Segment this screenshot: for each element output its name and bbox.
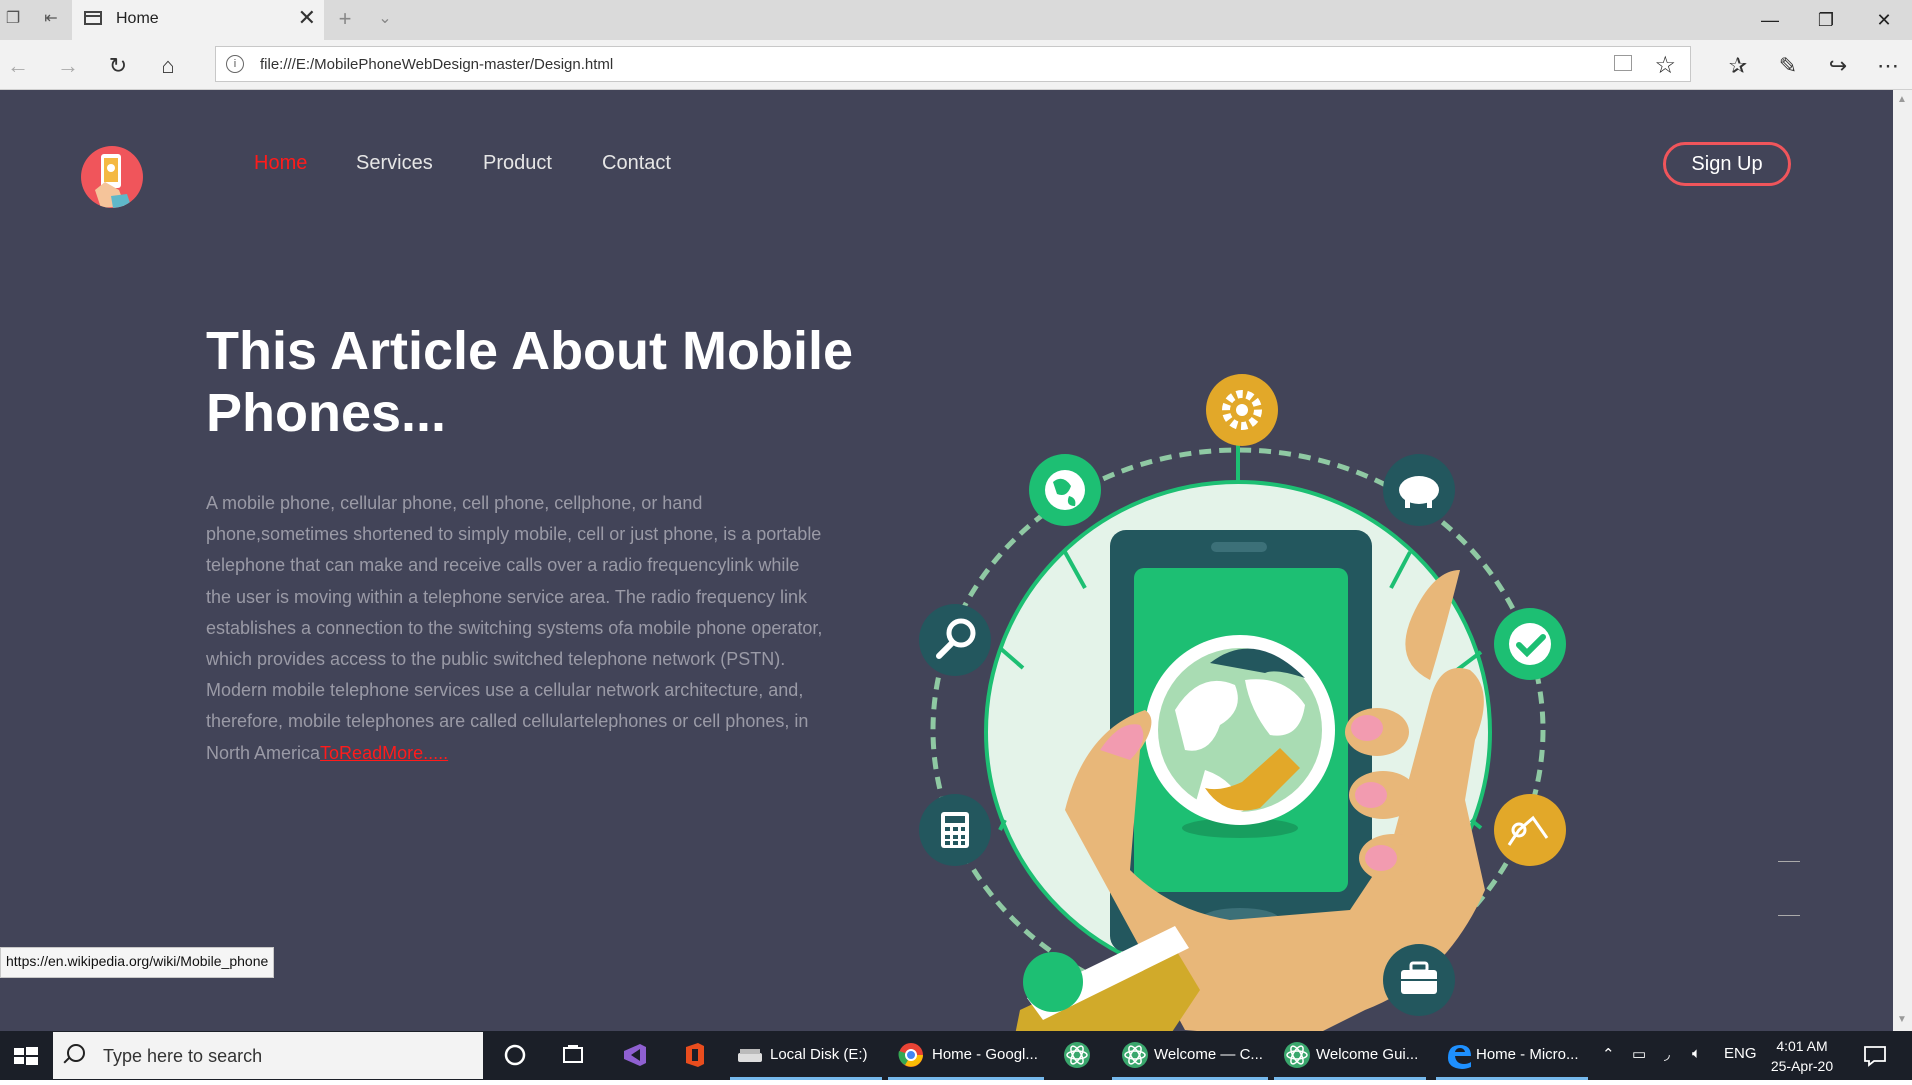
nav-product-link[interactable]: Product (483, 152, 552, 175)
forward-icon[interactable]: → (56, 54, 80, 78)
page-icon (84, 11, 102, 25)
taskbar-item-atom-welcome[interactable]: Welcome — C... (1112, 1031, 1268, 1080)
taskbar-item-label: Welcome Gui... (1316, 1046, 1419, 1063)
volume-icon[interactable]: 🔈︎ (1692, 1045, 1701, 1062)
taskbar-item-chrome[interactable]: Home - Googl... (888, 1031, 1044, 1080)
nav-home-link[interactable]: Home (254, 152, 307, 175)
hero-paragraph: A mobile phone, cellular phone, cell pho… (206, 493, 823, 763)
logo-phone-hand-icon (95, 154, 131, 208)
page-scrollbar[interactable]: ▲ ▼ (1893, 90, 1912, 1031)
close-tab-icon[interactable]: ✕ (298, 7, 316, 29)
globe-badge-icon (1029, 454, 1101, 526)
taskbar-item-label: Home - Micro... (1476, 1046, 1579, 1063)
clock-time: 4:01 AM (1776, 1038, 1828, 1054)
edge-icon (1448, 1045, 1471, 1069)
show-hidden-icons-chevron-icon[interactable]: ⌃ (1602, 1045, 1615, 1063)
address-bar[interactable]: i file:///E:/MobilePhoneWebDesign-master… (215, 46, 1691, 82)
windows-logo-icon (14, 1047, 38, 1065)
atom-icon (1064, 1042, 1090, 1068)
action-center-icon[interactable] (1862, 1043, 1888, 1069)
drive-icon (738, 1049, 762, 1062)
taskbar-item-label: Local Disk (E:) (770, 1046, 868, 1063)
checkmark-icon (1494, 608, 1566, 680)
slide-indicator[interactable] (1778, 915, 1800, 916)
gear-icon (1206, 374, 1278, 446)
input-language[interactable]: ENG (1724, 1045, 1757, 1062)
taskbar-item-label: Welcome — C... (1154, 1046, 1263, 1063)
hero-phone-illustration (919, 374, 1566, 1031)
piggy-bank-icon (1383, 454, 1455, 526)
start-button[interactable] (0, 1031, 52, 1080)
clock-date: 25-Apr-20 (1770, 1058, 1834, 1074)
nav-contact-link[interactable]: Contact (602, 152, 671, 175)
hero-body: A mobile phone, cellular phone, cell pho… (206, 488, 826, 769)
partial-green-icon (1023, 952, 1083, 1012)
web-note-pen-icon[interactable]: ✎ (1776, 54, 1800, 78)
address-url[interactable]: file:///E:/MobilePhoneWebDesign-master/D… (260, 56, 613, 73)
slide-indicator[interactable] (1778, 861, 1800, 862)
calculator-icon (919, 794, 991, 866)
hero-headline: This Article About Mobile Phones... (206, 321, 853, 443)
wifi-icon[interactable]: ◞ (1664, 1045, 1670, 1063)
back-icon[interactable]: ← (6, 54, 30, 78)
taskbar-item-atom[interactable] (1050, 1031, 1106, 1080)
more-menu-icon[interactable]: ⋯ (1876, 54, 1900, 78)
cortana-icon[interactable] (500, 1040, 530, 1070)
scroll-down-arrow-icon[interactable]: ▼ (1897, 1014, 1907, 1025)
sign-up-button[interactable]: Sign Up (1663, 142, 1791, 186)
search-placeholder: Type here to search (103, 1046, 263, 1066)
minimize-icon[interactable]: — (1746, 6, 1794, 34)
refresh-icon[interactable]: ↻ (106, 54, 130, 78)
taskbar-item-atom-guide[interactable]: Welcome Gui... (1274, 1031, 1426, 1080)
taskbar-item-label: Home - Googl... (932, 1046, 1038, 1063)
visual-studio-icon[interactable] (620, 1040, 650, 1070)
restore-icon[interactable]: ❐ (1802, 6, 1850, 34)
magnifier-icon (919, 604, 991, 676)
favorite-star-icon[interactable]: ☆ (1654, 51, 1676, 80)
chrome-icon (898, 1043, 923, 1067)
nav-services-link[interactable]: Services (356, 152, 433, 175)
tab-home[interactable]: Home ✕ (72, 0, 324, 40)
atom-icon (1122, 1042, 1148, 1068)
site-info-icon[interactable]: i (226, 55, 244, 73)
close-window-icon[interactable]: ✕ (1860, 6, 1908, 34)
new-tab-icon[interactable]: + (336, 8, 354, 30)
home-icon[interactable]: ⌂ (156, 54, 180, 78)
reading-view-icon[interactable] (1614, 55, 1632, 71)
task-view-icon[interactable] (558, 1040, 588, 1070)
tab-preview-icon[interactable]: ❐ (4, 10, 22, 28)
tab-list-chevron-icon[interactable]: ⌄ (376, 10, 394, 28)
atom-icon (1284, 1042, 1310, 1068)
scroll-up-arrow-icon[interactable]: ▲ (1897, 94, 1907, 105)
browser-toolbar: ← → ↻ ⌂ i file:///E:/MobilePhoneWebDesig… (0, 40, 1912, 90)
share-icon[interactable]: ↪ (1826, 54, 1850, 78)
browser-tab-strip: ❐ ⇤ Home ✕ + ⌄ — ❐ ✕ (0, 0, 1912, 40)
favorites-hub-icon[interactable]: ✰ (1726, 54, 1750, 78)
office-icon[interactable] (680, 1040, 710, 1070)
windows-taskbar: Type here to search Local Disk (E:) Home… (0, 1031, 1912, 1080)
briefcase-icon (1383, 944, 1455, 1016)
taskbar-item-edge[interactable]: Home - Micro... (1436, 1031, 1588, 1080)
search-icon (67, 1044, 85, 1062)
link-status-tooltip: https://en.wikipedia.org/wiki/Mobile_pho… (0, 947, 275, 978)
battery-icon[interactable]: ▭ (1632, 1045, 1646, 1063)
page-viewport: Home Services Product Contact Sign Up Th… (0, 90, 1893, 1031)
system-clock[interactable]: 4:01 AM 25-Apr-20 (1756, 1036, 1848, 1076)
read-more-link[interactable]: ToReadMore..... (320, 743, 448, 763)
tab-title: Home (116, 10, 159, 27)
site-logo[interactable] (81, 146, 143, 208)
taskbar-item-local-disk[interactable]: Local Disk (E:) (730, 1031, 882, 1080)
set-aside-tabs-icon[interactable]: ⇤ (42, 10, 60, 28)
analytics-icon (1494, 794, 1566, 866)
taskbar-search-box[interactable]: Type here to search (53, 1032, 483, 1079)
